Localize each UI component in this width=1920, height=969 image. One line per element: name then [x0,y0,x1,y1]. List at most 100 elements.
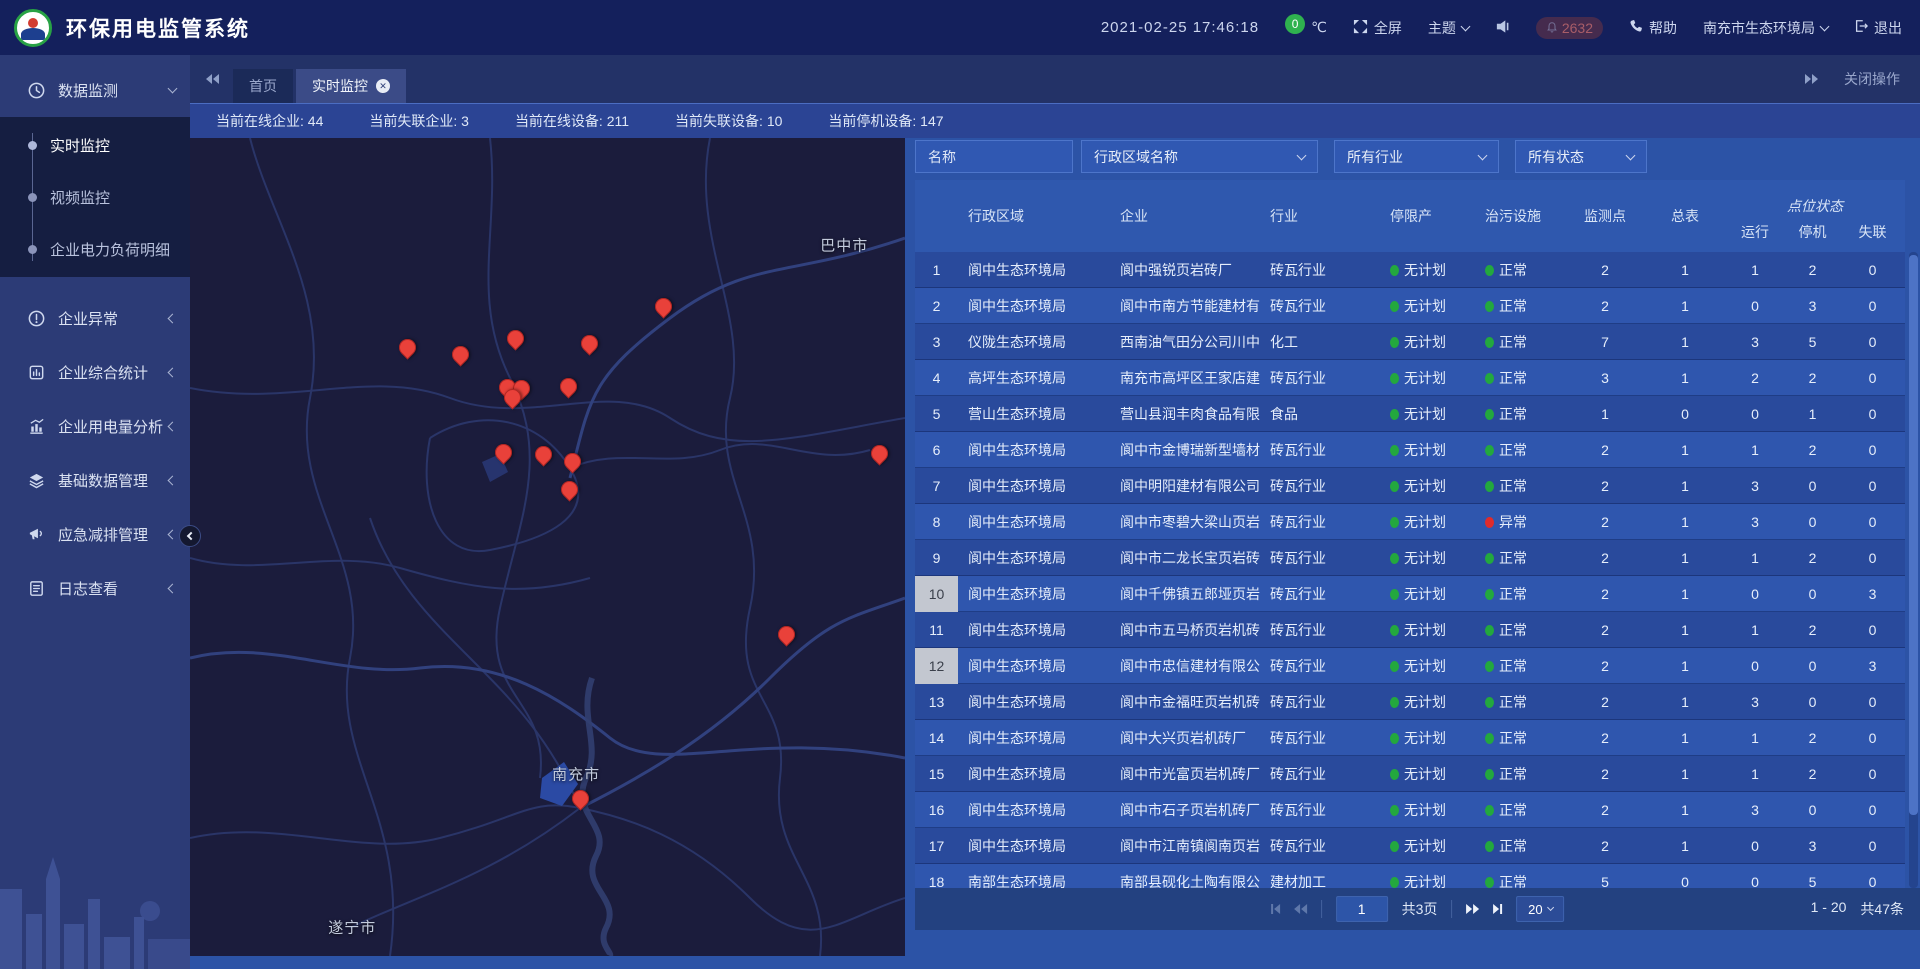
sidebar-item[interactable]: 企业异常 [0,291,190,345]
row-number: 2 [915,288,958,324]
enterprise-table: 行政区域 企业 行业 停限产 治污设施 监测点 总表 点位状态 运行 停机 失联… [915,180,1905,888]
status-dot-icon [1390,589,1399,600]
table-row[interactable]: 5 营山生态环境局 营山县润丰肉食品有限 食品 无计划 正常 1 0 0 1 0 [915,396,1905,432]
cell-points: 2 [1565,262,1645,278]
sidebar-sub-item[interactable]: 视频监控 [0,171,190,223]
sidebar-item[interactable]: 应急减排管理 [0,507,190,561]
table-row[interactable]: 10 阆中生态环境局 阆中千佛镇五郎垭页岩 砖瓦行业 无计划 正常 2 1 0 … [915,576,1905,612]
alarm-count-badge[interactable]: 2632 [1536,17,1603,39]
sidebar-item[interactable]: 日志查看 [0,561,190,615]
page-size-value: 20 [1528,902,1542,917]
status-dot-icon [1485,877,1494,888]
logout-label: 退出 [1874,18,1902,38]
cell-company: 阆中千佛镇五郎垭页岩 [1110,584,1260,604]
sidebar-collapse-button[interactable] [179,525,201,547]
table-row[interactable]: 6 阆中生态环境局 阆中市金博瑞新型墙材 砖瓦行业 无计划 正常 2 1 1 2… [915,432,1905,468]
sidebar-sub-item[interactable]: 实时监控 [0,119,190,171]
cell-facility: 正常 [1475,368,1565,388]
table-row[interactable]: 15 阆中生态环境局 阆中市光富页岩机砖厂 砖瓦行业 无计划 正常 2 1 1 … [915,756,1905,792]
tab-label: 首页 [249,76,277,96]
table-row[interactable]: 11 阆中生态环境局 阆中市五马桥页岩机砖 砖瓦行业 无计划 正常 2 1 1 … [915,612,1905,648]
cell-lost: 3 [1840,586,1905,602]
cell-company: 阆中市金博瑞新型墙材 [1110,440,1260,460]
sidebar-item[interactable]: 数据监测 [0,63,190,117]
table-row[interactable]: 14 阆中生态环境局 阆中大兴页岩机砖厂 砖瓦行业 无计划 正常 2 1 1 2… [915,720,1905,756]
city-skyline-decoration [0,819,190,969]
page-number-input[interactable] [1336,896,1388,922]
sidebar-submenu: 实时监控视频监控企业电力负荷明细 [0,117,190,277]
cell-limit: 无计划 [1380,548,1475,568]
cell-stop: 0 [1785,586,1840,602]
help-button[interactable]: 帮助 [1629,18,1677,38]
table-row[interactable]: 17 阆中生态环境局 阆中市江南镇阆南页岩 砖瓦行业 无计划 正常 2 1 0 … [915,828,1905,864]
tab-close-icon[interactable] [376,79,390,93]
sidebar-item-label: 应急减排管理 [58,524,169,545]
monitor-icon [26,80,46,100]
sidebar-item-label: 数据监测 [58,80,169,101]
cell-points: 5 [1565,874,1645,889]
table-row[interactable]: 7 阆中生态环境局 阆中明阳建材有限公司 砖瓦行业 无计划 正常 2 1 3 0… [915,468,1905,504]
cell-company: 阆中市五马桥页岩机砖 [1110,620,1260,640]
prev-page-button[interactable] [1294,904,1307,914]
org-dropdown[interactable]: 南充市生态环境局 [1703,18,1828,38]
mute-button[interactable] [1495,19,1510,37]
sidebar-item[interactable]: 基础数据管理 [0,453,190,507]
cell-region: 南部生态环境局 [958,872,1110,889]
pagination-bar: 共3页 20 1 - 20 共47条 [915,888,1920,930]
page-size-select[interactable]: 20 [1516,896,1564,922]
table-row[interactable]: 3 仪陇生态环境局 西南油气田分公司川中 化工 无计划 正常 7 1 3 5 0 [915,324,1905,360]
first-page-button[interactable] [1271,904,1280,914]
table-row[interactable]: 2 阆中生态环境局 阆中市南方节能建材有 砖瓦行业 无计划 正常 2 1 0 3… [915,288,1905,324]
region-select[interactable]: 行政区域名称 [1081,140,1318,173]
name-search-input[interactable] [915,140,1073,173]
close-operations-button[interactable]: 关闭操作 [1844,69,1900,89]
tab[interactable]: 首页 [233,69,293,103]
theme-dropdown[interactable]: 主题 [1428,18,1469,38]
table-row[interactable]: 18 南部生态环境局 南部县砚化土陶有限公 建材加工 无计划 正常 5 0 0 … [915,864,1905,888]
table-row[interactable]: 16 阆中生态环境局 阆中市石子页岩机砖厂 砖瓦行业 无计划 正常 2 1 3 … [915,792,1905,828]
cell-lost: 0 [1840,730,1905,746]
status-dot-icon [1485,805,1494,816]
industry-select[interactable]: 所有行业 [1334,140,1499,173]
cell-industry: 砖瓦行业 [1260,692,1380,712]
table-row[interactable]: 4 高坪生态环境局 南充市高坪区王家店建 砖瓦行业 无计划 正常 3 1 2 2… [915,360,1905,396]
cell-points: 2 [1565,298,1645,314]
cell-total: 1 [1645,730,1725,746]
fullscreen-button[interactable]: 全屏 [1353,18,1402,38]
tabs-scroll-right-icon[interactable] [1805,74,1818,84]
status-dot-icon [1390,265,1399,276]
cell-total: 0 [1645,406,1725,422]
table-row[interactable]: 8 阆中生态环境局 阆中市枣碧大梁山页岩 砖瓦行业 无计划 异常 2 1 3 0… [915,504,1905,540]
status-dot-icon [1485,661,1494,672]
cell-total: 1 [1645,586,1725,602]
stat-item: 当前在线企业: 44 [216,111,323,131]
cell-run: 1 [1725,622,1785,638]
next-page-button[interactable] [1466,904,1479,914]
table-row[interactable]: 12 阆中生态环境局 阆中市忠信建材有限公 砖瓦行业 无计划 正常 2 1 0 … [915,648,1905,684]
cell-run: 0 [1725,874,1785,889]
table-row[interactable]: 13 阆中生态环境局 阆中市金福旺页岩机砖 砖瓦行业 无计划 正常 2 1 3 … [915,684,1905,720]
sidebar-item[interactable]: 企业用电量分析 [0,399,190,453]
chevron-down-icon [1460,21,1470,31]
cell-lost: 0 [1840,334,1905,350]
row-number: 3 [915,324,958,360]
row-number: 7 [915,468,958,504]
table-row[interactable]: 9 阆中生态环境局 阆中市二龙长宝页岩砖 砖瓦行业 无计划 正常 2 1 1 2… [915,540,1905,576]
main-content: 首页 实时监控 关闭操作 当前在线企业: 44当前失联企业: 3当前在线设备: … [190,55,1920,969]
temperature-badge: 0 [1285,14,1305,34]
sidebar-sub-item[interactable]: 企业电力负荷明细 [0,223,190,275]
last-page-button[interactable] [1493,904,1502,914]
tabs-scroll-left-icon[interactable] [206,74,219,84]
logout-button[interactable]: 退出 [1854,18,1902,38]
cell-lost: 0 [1840,262,1905,278]
tab[interactable]: 实时监控 [296,69,406,103]
row-number: 5 [915,396,958,432]
scrollbar-thumb[interactable] [1909,255,1918,815]
help-label: 帮助 [1649,18,1677,38]
status-select[interactable]: 所有状态 [1515,140,1647,173]
table-row[interactable]: 1 阆中生态环境局 阆中强锐页岩砖厂 砖瓦行业 无计划 正常 2 1 1 2 0 [915,252,1905,288]
row-number: 13 [915,684,958,720]
sidebar-item[interactable]: 企业综合统计 [0,345,190,399]
map-panel[interactable]: 巴中市南充市遂宁市 [190,138,905,956]
cell-run: 0 [1725,406,1785,422]
